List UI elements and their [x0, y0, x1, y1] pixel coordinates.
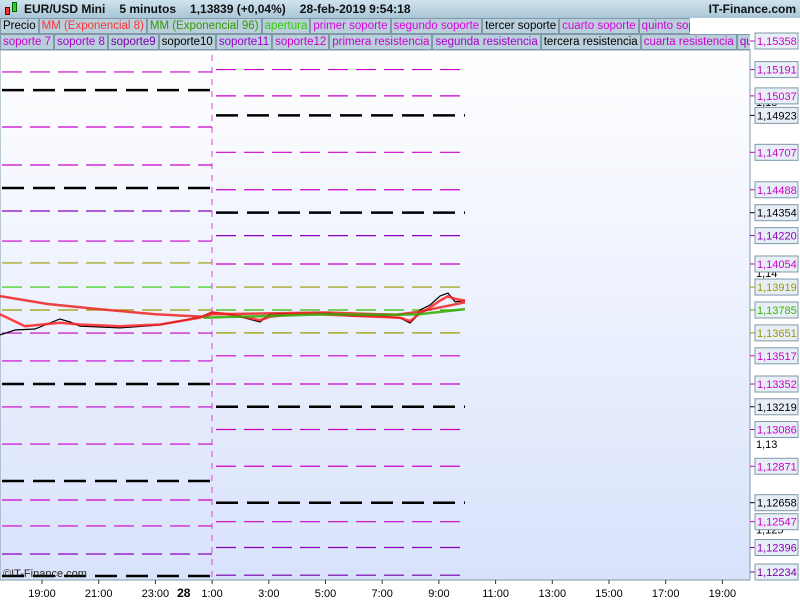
plot-area [0, 49, 751, 581]
time-tick-label: 19:00 [28, 588, 56, 600]
price-label: 1,14354 [757, 208, 797, 220]
symbol-name: EUR/USD Mini [24, 2, 106, 16]
price-label-box [754, 278, 799, 296]
legend-item[interactable]: soporte 7 [0, 34, 54, 50]
price-label: 1,12547 [757, 517, 797, 529]
time-tick-label: 13:00 [539, 588, 567, 600]
legend-item[interactable]: quinta res [736, 34, 750, 50]
title-bar: EUR/USD Mini 5 minutos 1,13839 (+0,04%) … [0, 0, 800, 18]
legend-item[interactable]: tercera resistencia [540, 34, 641, 50]
price-label: 1,13352 [757, 379, 797, 391]
last-price: 1,13839 (+0,04%) [190, 2, 286, 16]
price-label-box [754, 106, 799, 124]
legend-item[interactable]: cuarta resistencia [640, 34, 737, 50]
price-tick-label: 1,15 [756, 97, 777, 109]
price-label: 1,14923 [757, 110, 797, 122]
time-tick-label: 5:00 [315, 588, 336, 600]
price-label-box [754, 539, 799, 557]
time-tick-label: 3:00 [258, 588, 279, 600]
series-mm-exponencial-96-slow [0, 294, 466, 319]
price-label-box [754, 375, 799, 393]
legend-item[interactable]: primer soporte [310, 18, 391, 34]
price-label: 1,15191 [757, 65, 797, 77]
price-label: 1,15358 [757, 36, 797, 48]
price-label-box [754, 301, 799, 319]
legend-item[interactable]: MM (Exponencial 8) [38, 18, 147, 34]
price-label: 1,13517 [757, 351, 797, 363]
price-label: 1,12396 [757, 543, 797, 555]
price-label: 1,13219 [757, 402, 797, 414]
price-label-box [754, 61, 799, 79]
price-label: 1,12234 [757, 567, 797, 579]
timeframe: 5 minutos [119, 2, 177, 16]
time-tick-label: 7:00 [371, 588, 392, 600]
time-tick-label: 17:00 [652, 588, 680, 600]
price-label-box [754, 513, 799, 531]
time-tick-label: 15:00 [595, 588, 623, 600]
price-tick-label: 1,125 [756, 525, 784, 537]
legend-item[interactable]: apertura [261, 18, 311, 34]
price-label-box [754, 227, 799, 245]
legend-item[interactable]: Precio [0, 18, 39, 34]
datetime: 28-feb-2019 9:54:18 [299, 2, 411, 16]
price-label: 1,12658 [757, 498, 797, 510]
price-label-box [754, 87, 799, 105]
price-label: 1,14220 [757, 231, 797, 243]
price-label: 1,12871 [757, 461, 797, 473]
series-mm-exponencial-8- [0, 294, 466, 328]
price-tick-label: 1,13 [756, 439, 777, 451]
series-mm-exponencial-96- [203, 307, 466, 319]
price-label-box [754, 494, 799, 512]
legend-item[interactable]: soporte9 [107, 34, 159, 50]
legend-row-1: Precio MM (Exponencial 8) MM (Exponencial … [0, 18, 690, 34]
legend-item[interactable]: soporte10 [158, 34, 216, 50]
legend-item[interactable]: cuarto soporte [559, 18, 639, 34]
price-label-box [754, 563, 799, 581]
time-tick-label: 21:00 [85, 588, 113, 600]
price-label-box [754, 204, 799, 222]
legend-item[interactable]: segundo soporte [390, 18, 483, 34]
price-label-box [754, 32, 799, 50]
price-label-box [754, 347, 799, 365]
candlestick-logo-icon [2, 1, 20, 17]
time-tick-label: 28 [177, 586, 191, 600]
price-label: 1,14488 [757, 185, 797, 197]
price-label-box [754, 398, 799, 416]
time-tick-label: 1:00 [201, 588, 222, 600]
series-precio [0, 292, 466, 336]
price-label-box [754, 143, 799, 161]
price-label: 1,13086 [757, 425, 797, 437]
price-label: 1,13919 [757, 282, 797, 294]
legend-item[interactable]: segunda resistencia [432, 34, 541, 50]
legend-item[interactable]: quinto soporte [638, 18, 690, 34]
price-label-box [754, 421, 799, 439]
price-label: 1,14054 [757, 259, 797, 271]
price-label: 1,13785 [757, 305, 797, 317]
legend-item[interactable]: tercer soporte [482, 18, 560, 34]
time-axis [0, 580, 800, 600]
price-label-box [754, 457, 799, 475]
price-label-box [754, 324, 799, 342]
legend-item[interactable]: soporte11 [215, 34, 273, 50]
brand-link[interactable]: IT-Finance.com [709, 2, 796, 16]
price-label-box [754, 255, 799, 273]
price-tick-label: 1,14 [756, 268, 777, 280]
time-tick-label: 9:00 [428, 588, 449, 600]
time-tick-label: 19:00 [709, 588, 737, 600]
time-tick-label: 11:00 [482, 588, 509, 600]
legend-item[interactable]: soporte 8 [53, 34, 108, 50]
legend-item[interactable]: MM (Exponencial 96) [146, 18, 262, 34]
watermark: ©IT-Finance.com [3, 568, 87, 580]
price-label-box [754, 181, 799, 199]
legend-item[interactable]: soporte12 [272, 34, 330, 50]
time-tick-label: 23:00 [142, 588, 170, 600]
price-chart[interactable]: 19:00 21:00 23:00 28 1:00 3:00 5:00 7:00 9:00 11:… [0, 0, 800, 600]
legend-row-2: soporte 7 soporte 8 soporte9 soporte10 sopor… [0, 34, 750, 50]
price-label: 1,15037 [757, 91, 797, 103]
price-label: 1,14707 [757, 147, 797, 159]
legend-item[interactable]: primera resistencia [329, 34, 433, 50]
price-label: 1,13651 [757, 328, 797, 340]
